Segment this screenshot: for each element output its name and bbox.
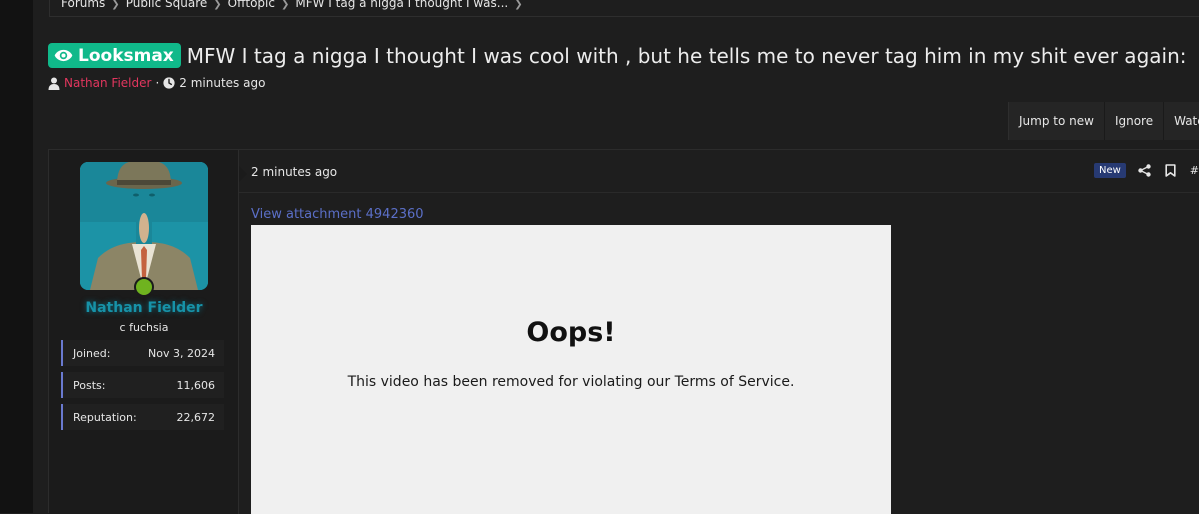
- thread-time[interactable]: 2 minutes ago: [179, 76, 265, 90]
- video-error-message: This video has been removed for violatin…: [347, 374, 795, 390]
- thread-title-row: Looksmax MFW I tag a nigga I thought I w…: [48, 42, 1187, 69]
- breadcrumb-item-public-square[interactable]: Public Square: [126, 0, 208, 10]
- post-username[interactable]: Nathan Fielder: [49, 300, 239, 316]
- breadcrumb-item-forums[interactable]: Forums: [61, 0, 105, 10]
- thread-title: MFW I tag a nigga I thought I was cool w…: [186, 43, 1187, 68]
- share-icon[interactable]: [1138, 164, 1151, 177]
- chevron-right-icon: ❯: [111, 0, 120, 10]
- online-status-indicator: [134, 277, 154, 297]
- stat-value: 22,672: [176, 410, 216, 424]
- video-embed[interactable]: Oops! This video has been removed for vi…: [251, 225, 891, 514]
- left-gutter: [0, 0, 33, 513]
- breadcrumb-item-offtopic[interactable]: Offtopic: [228, 0, 275, 10]
- user-title: c fuchsia: [119, 321, 169, 334]
- jump-to-new-button[interactable]: Jump to new: [1009, 102, 1105, 140]
- thread-action-bar: Jump to new Ignore Watch: [1008, 102, 1199, 140]
- chevron-right-icon: ❯: [213, 0, 222, 10]
- stat-reputation: Reputation: 22,672: [61, 404, 224, 430]
- stat-label: Posts:: [73, 378, 106, 392]
- video-error-heading: Oops!: [526, 317, 616, 348]
- post-header: 2 minutes ago New #: [239, 150, 1199, 193]
- prefix-label: Looksmax: [78, 45, 174, 66]
- stat-value: 11,606: [176, 378, 216, 392]
- post-actions: New #: [1093, 163, 1199, 178]
- avatar[interactable]: [80, 162, 208, 290]
- stat-posts: Posts: 11,606: [61, 372, 224, 398]
- stat-label: Reputation:: [73, 410, 137, 424]
- breadcrumb-item-current-thread[interactable]: MFW I tag a nigga I thought I was...: [295, 0, 508, 10]
- breadcrumb: Forums ❯ Public Square ❯ Offtopic ❯ MFW I tag …: [49, 0, 1199, 17]
- new-badge: New: [1093, 163, 1126, 178]
- chevron-right-icon: ❯: [514, 0, 523, 10]
- clock-icon: [163, 77, 175, 89]
- stat-value: Nov 3, 2024: [148, 346, 215, 360]
- user-icon: [48, 77, 60, 90]
- thread-meta: Nathan Fielder · 2 minutes ago: [48, 76, 265, 90]
- watch-button[interactable]: Watch: [1164, 102, 1199, 140]
- eye-icon: [54, 49, 73, 62]
- post-user-panel: Nathan Fielder c fuchsia Joined: Nov 3, …: [49, 150, 239, 514]
- view-attachment-link[interactable]: View attachment 4942360: [251, 207, 424, 222]
- post: Nathan Fielder c fuchsia Joined: Nov 3, …: [48, 149, 1199, 514]
- prefix-badge[interactable]: Looksmax: [48, 43, 181, 68]
- chevron-right-icon: ❯: [280, 0, 290, 10]
- meta-separator: ·: [155, 76, 160, 90]
- thread-author-link[interactable]: Nathan Fielder: [64, 76, 151, 90]
- post-date[interactable]: 2 minutes ago: [251, 165, 337, 179]
- post-permalink[interactable]: #: [1190, 164, 1199, 177]
- stat-joined: Joined: Nov 3, 2024: [61, 340, 224, 366]
- ignore-button[interactable]: Ignore: [1105, 102, 1165, 140]
- bookmark-icon[interactable]: [1165, 164, 1176, 177]
- stat-label: Joined:: [73, 346, 111, 360]
